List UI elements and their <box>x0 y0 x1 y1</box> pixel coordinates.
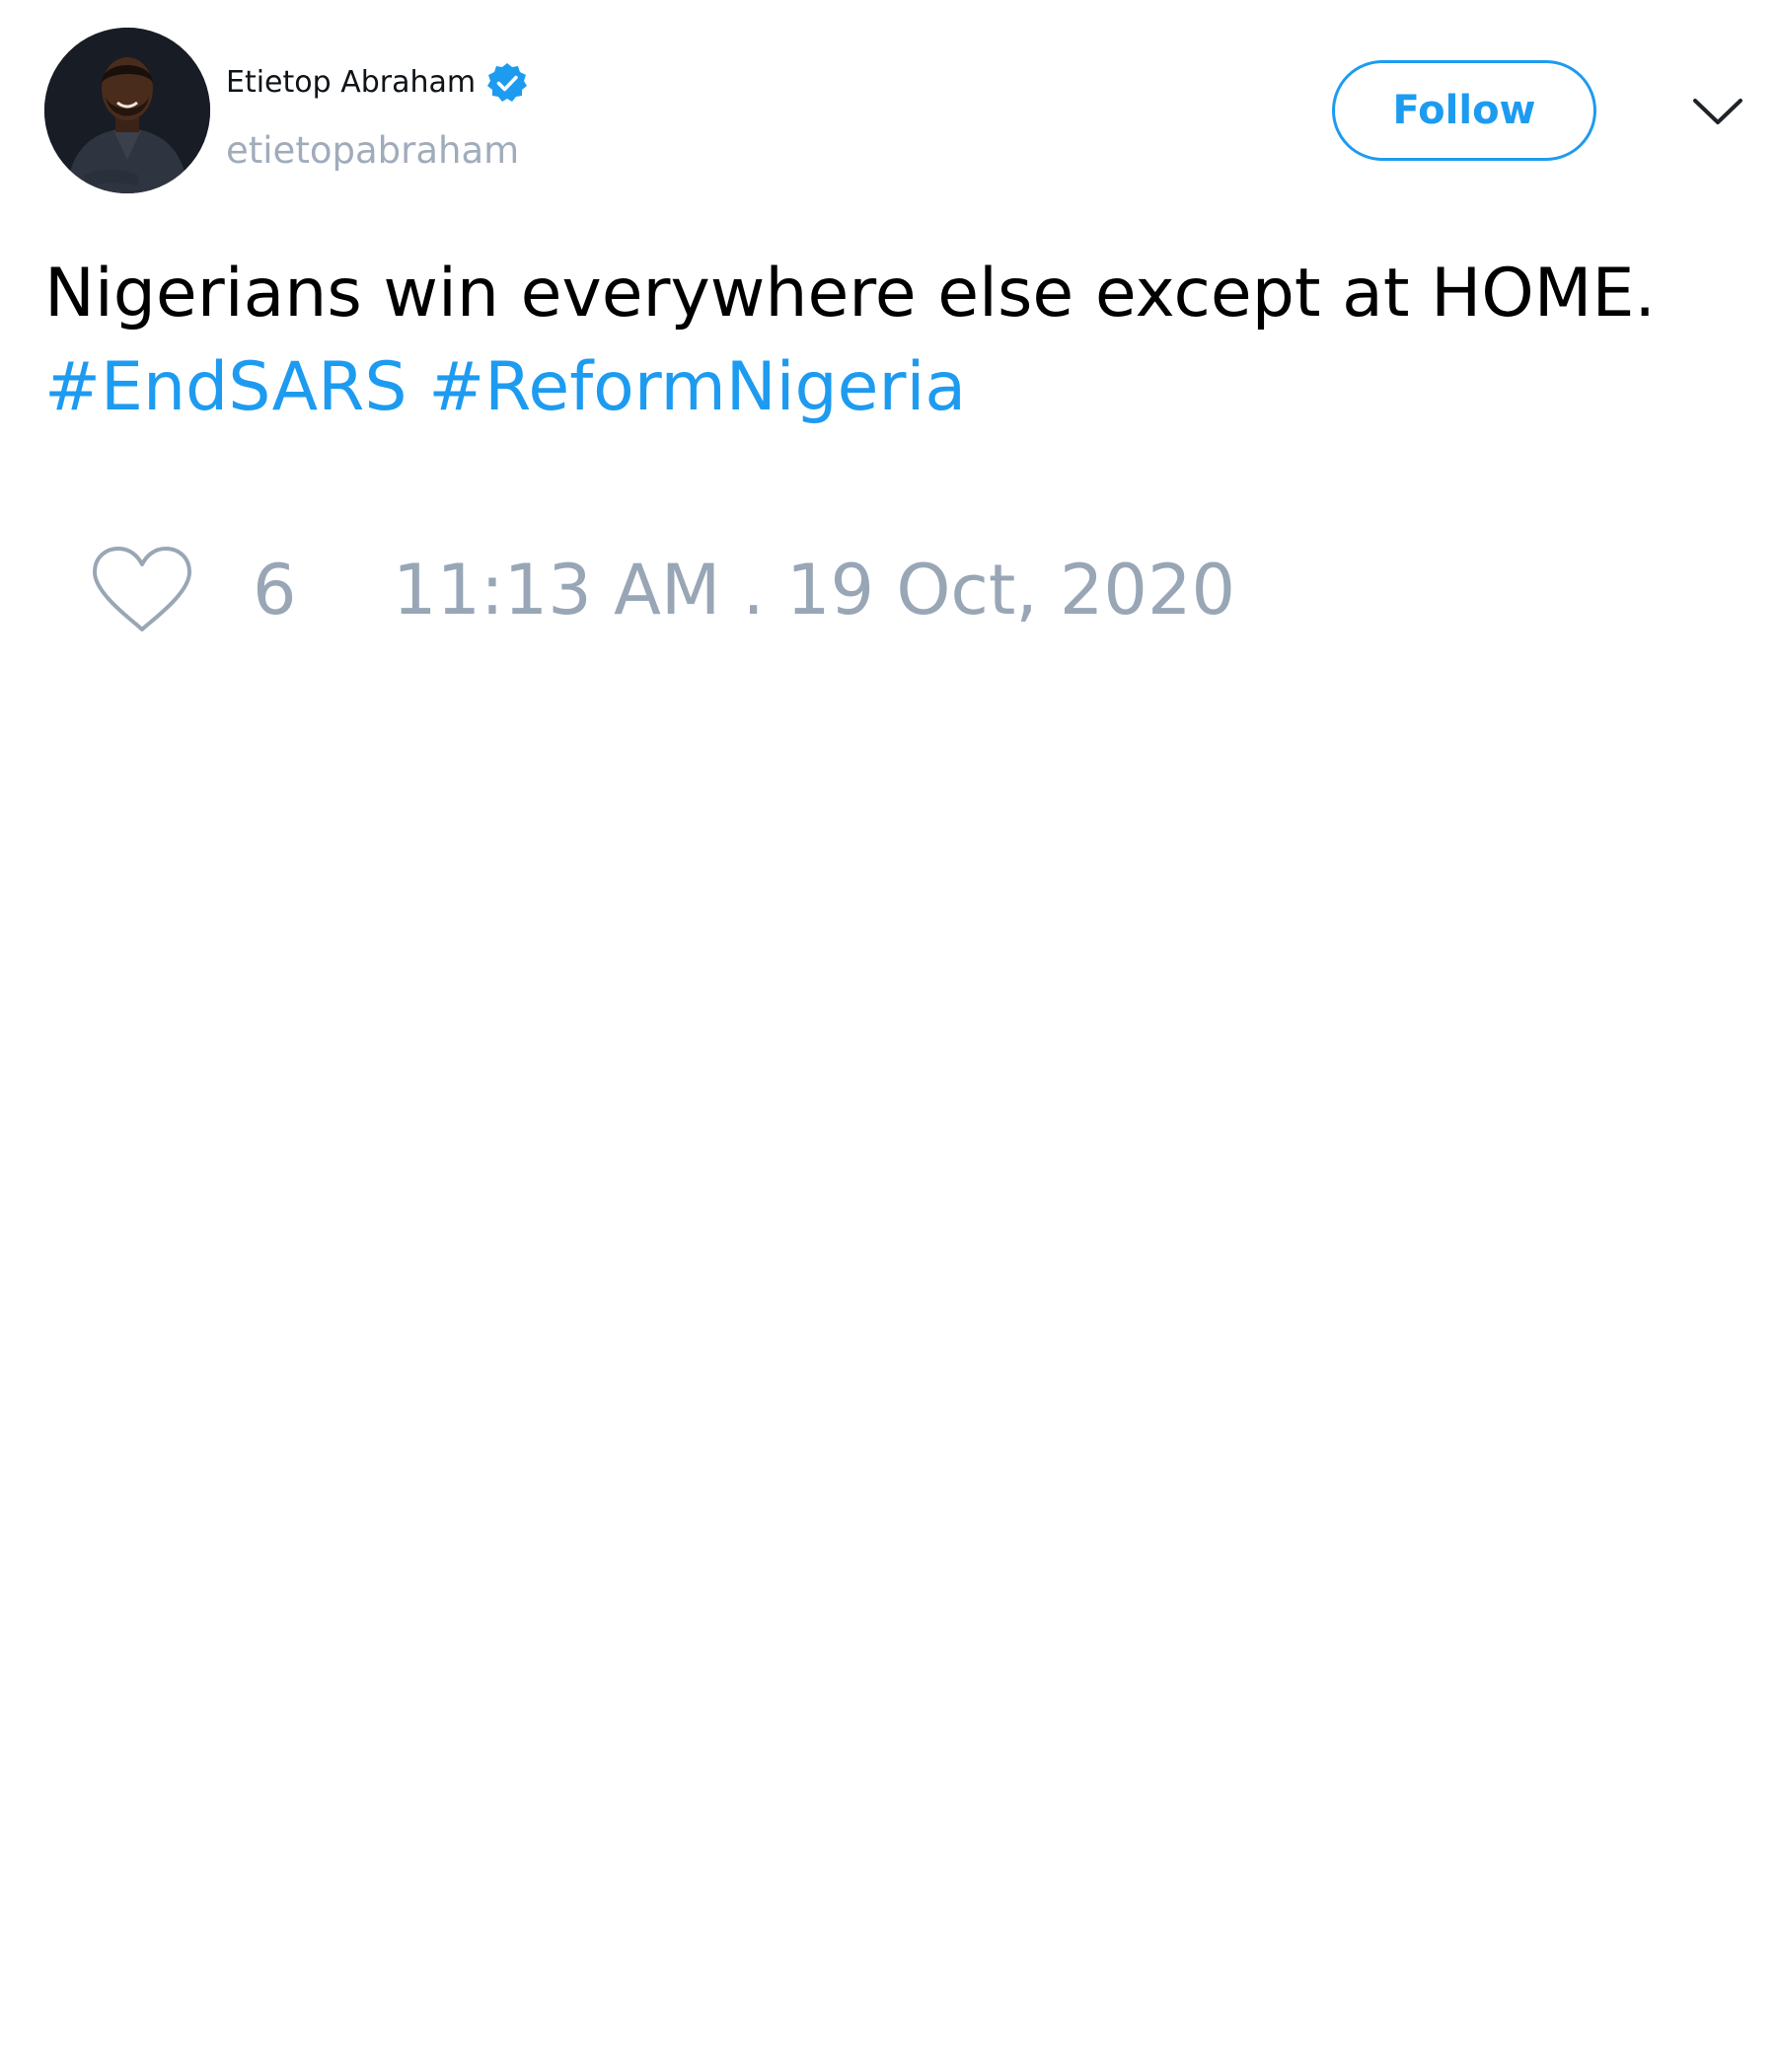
engagement-row <box>89 541 195 639</box>
hashtag-link[interactable]: #ReformNigeria <box>428 348 966 426</box>
hashtag-link[interactable]: #EndSARS <box>44 348 407 426</box>
tweet-card: Etietop Abraham etietopabraham Follow Ni… <box>0 0 1776 2072</box>
author-display-name[interactable]: Etietop Abraham <box>226 61 476 105</box>
tweet-text: Nigerians win everywhere else except at … <box>44 247 1741 434</box>
tweet-hashtags: #EndSARS #ReformNigeria <box>44 340 1741 434</box>
heart-icon[interactable] <box>89 543 195 637</box>
tweet-timestamp[interactable]: 11:13 AM . 19 Oct, 2020 <box>393 541 1235 639</box>
verified-badge-icon <box>485 61 529 105</box>
author-name-row: Etietop Abraham <box>226 61 529 105</box>
avatar[interactable] <box>44 28 210 193</box>
like-count: 6 <box>253 550 297 630</box>
follow-button[interactable]: Follow <box>1332 60 1596 161</box>
author-handle[interactable]: etietopabraham <box>226 128 519 174</box>
chevron-down-icon[interactable] <box>1687 85 1748 136</box>
tweet-text-line: Nigerians win everywhere else except at … <box>44 255 1657 333</box>
